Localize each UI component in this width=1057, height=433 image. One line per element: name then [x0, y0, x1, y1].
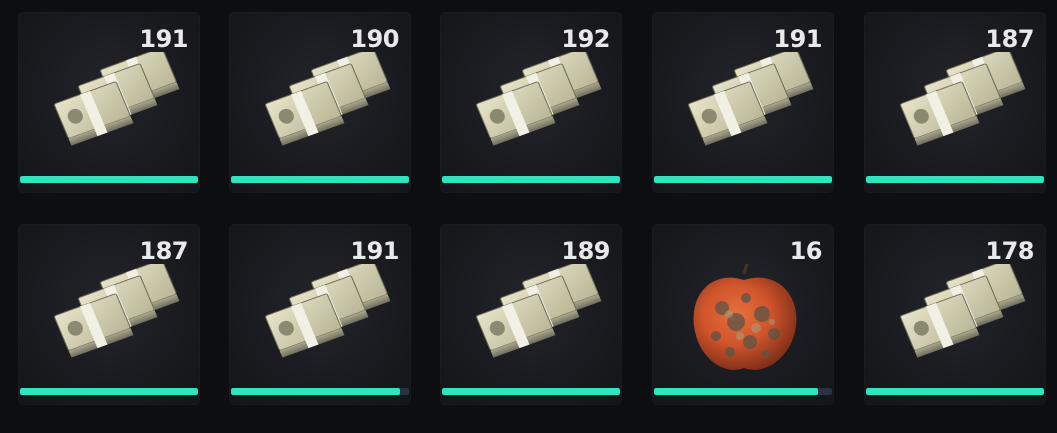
money-stack-icon — [40, 52, 180, 162]
item-count: 191 — [139, 25, 188, 53]
durability-fill — [20, 176, 198, 183]
durability-fill — [654, 176, 832, 183]
money-stack-icon — [462, 264, 602, 374]
durability-bar — [231, 176, 409, 183]
inventory-slot[interactable]: 187 — [18, 224, 200, 405]
durability-bar — [231, 388, 409, 395]
money-stack-icon — [40, 264, 180, 374]
durability-bar — [654, 176, 832, 183]
item-count: 192 — [561, 25, 610, 53]
inventory-slot[interactable]: 191 — [652, 12, 834, 193]
durability-fill — [231, 176, 409, 183]
money-stack-icon — [251, 52, 391, 162]
inventory-slot[interactable]: 190 — [229, 12, 411, 193]
durability-fill — [654, 388, 818, 395]
inventory-slot[interactable]: 192 — [440, 12, 622, 193]
durability-fill — [442, 388, 620, 395]
inventory-slot[interactable]: 16 — [652, 224, 834, 405]
item-count: 189 — [561, 237, 610, 265]
money-stack-icon — [674, 52, 814, 162]
durability-bar — [866, 388, 1044, 395]
item-count: 187 — [139, 237, 188, 265]
inventory-slot[interactable]: 178 — [864, 224, 1046, 405]
rotten-apple-icon — [674, 264, 814, 374]
durability-fill — [442, 176, 620, 183]
durability-fill — [866, 176, 1044, 183]
durability-bar — [20, 388, 198, 395]
inventory-slot[interactable]: 189 — [440, 224, 622, 405]
money-stack-icon — [886, 52, 1026, 162]
item-count: 190 — [350, 25, 399, 53]
money-stack-icon — [886, 264, 1026, 374]
item-count: 16 — [789, 237, 823, 265]
item-count: 187 — [985, 25, 1034, 53]
durability-bar — [442, 176, 620, 183]
money-stack-icon — [251, 264, 391, 374]
item-count: 191 — [350, 237, 399, 265]
item-count: 191 — [773, 25, 822, 53]
durability-fill — [866, 388, 1044, 395]
money-stack-icon — [462, 52, 602, 162]
durability-bar — [20, 176, 198, 183]
durability-fill — [231, 388, 401, 395]
inventory-slot[interactable]: 191 — [229, 224, 411, 405]
inventory-grid: 191 190 192 191 187 187 191 189 16 178 — [0, 0, 1057, 433]
durability-fill — [20, 388, 198, 395]
inventory-slot[interactable]: 191 — [18, 12, 200, 193]
durability-bar — [866, 176, 1044, 183]
item-count: 178 — [985, 237, 1034, 265]
inventory-slot[interactable]: 187 — [864, 12, 1046, 193]
durability-bar — [654, 388, 832, 395]
durability-bar — [442, 388, 620, 395]
